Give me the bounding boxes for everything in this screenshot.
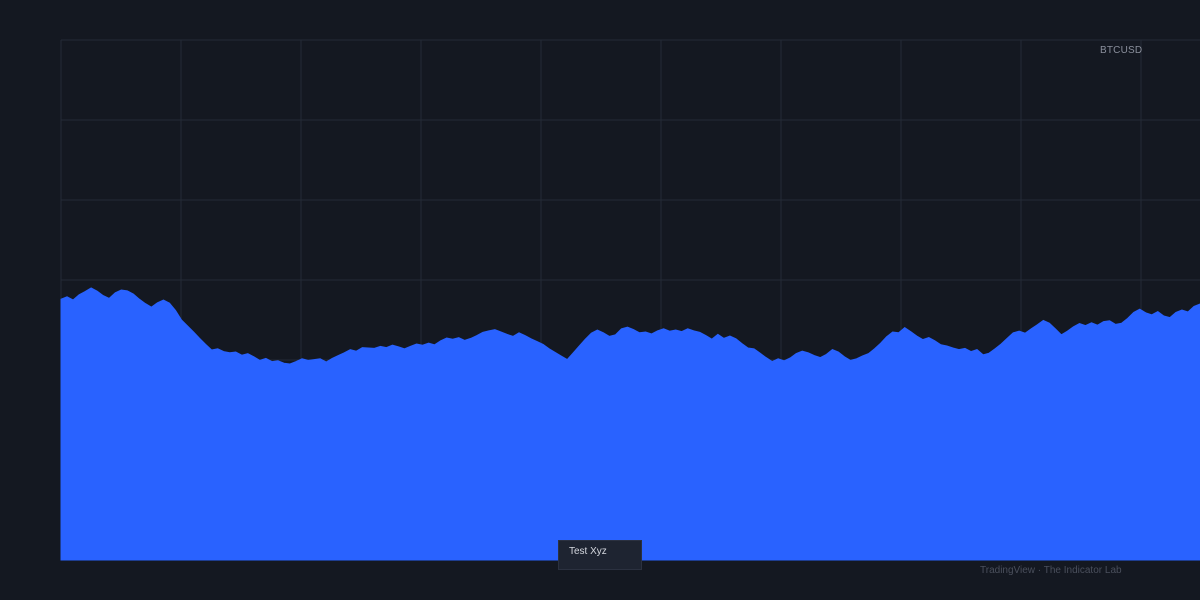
symbol-label: BTCUSD bbox=[1100, 45, 1143, 56]
watermark-text: TradingView · The Indicator Lab bbox=[980, 565, 1122, 576]
tooltip-label: Test Xyz bbox=[569, 546, 607, 557]
price-chart[interactable] bbox=[0, 0, 1200, 600]
price-area-series bbox=[60, 287, 1200, 561]
crosshair-tooltip: Test Xyz bbox=[558, 540, 642, 570]
